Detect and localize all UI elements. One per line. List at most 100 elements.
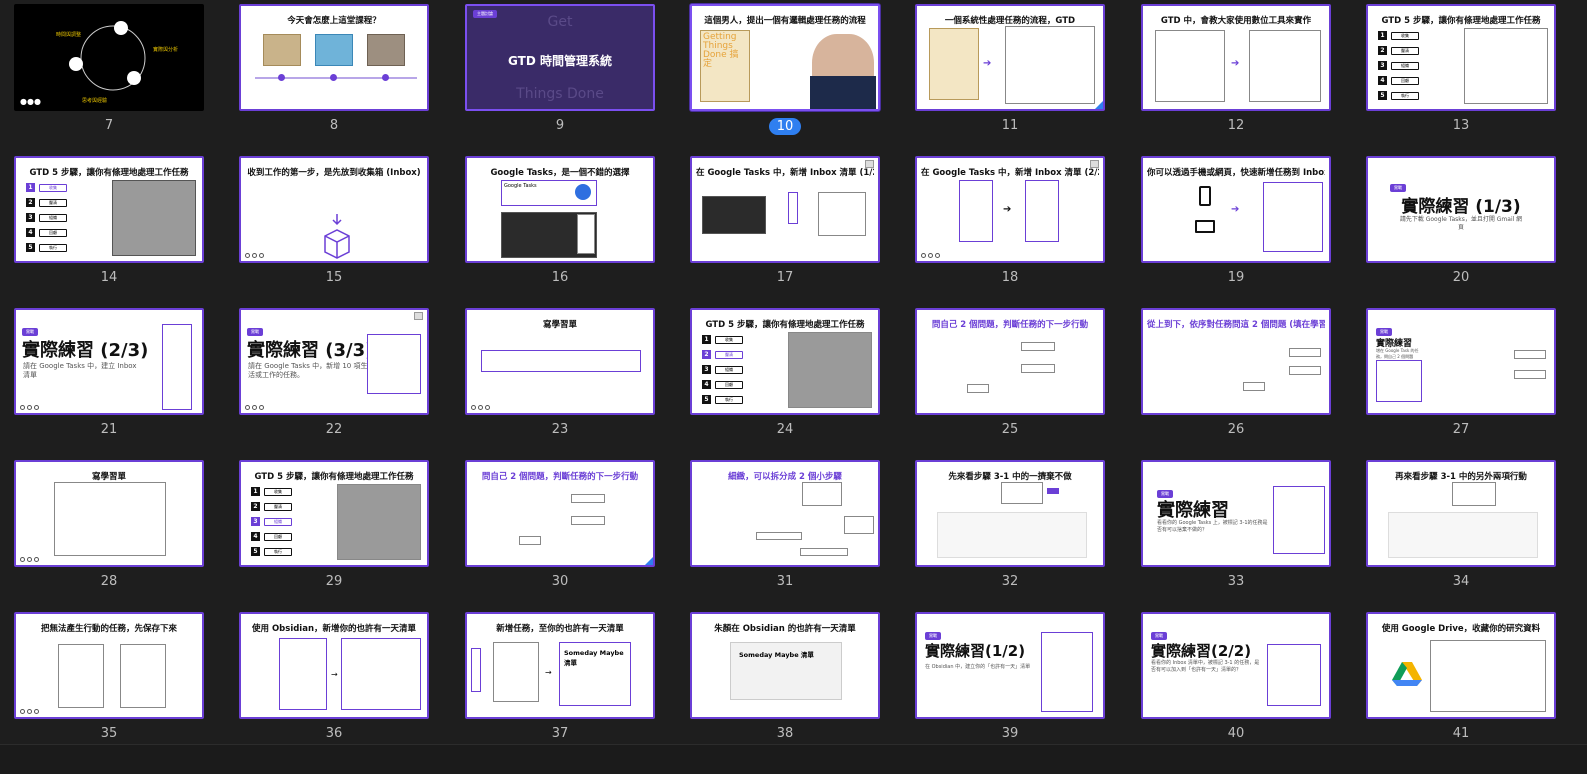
slide-thumb-27[interactable]: 實戰 實際練習 增在 Google Task 的任務，問自己 2 個問題 27: [1366, 308, 1556, 448]
slide-title: GTD 時間管理系統: [508, 54, 612, 68]
slide-canvas: 實戰 實際練習 增在 Google Task 的任務，問自己 2 個問題: [1366, 308, 1556, 415]
slide-title: 你可以透過手機或網頁，快速新增任務到 Inbox: [1147, 168, 1325, 178]
slide-thumb-38[interactable]: 朱顏在 Obsidian 的也許有一天清單 Someday Maybe 清單 3…: [690, 612, 880, 752]
slide-thumb-17[interactable]: 在 Google Tasks 中，新增 Inbox 清單 (1/2) 17: [690, 156, 880, 296]
slide-thumb-40[interactable]: 實戰 實際練習(2/2) 看看你的 Inbox 清單中，被標記 3-1 的任務，…: [1141, 612, 1331, 752]
slide-thumb-16[interactable]: Google Tasks，是一個不錯的選擇 Google Tasks 16: [465, 156, 655, 296]
slide-thumb-8[interactable]: 今天會怎麼上這堂課程？ 8: [239, 4, 429, 144]
arrow-right-icon: →: [331, 670, 338, 679]
arrow-right-icon: ➔: [983, 58, 992, 69]
slide-number: 11: [1001, 118, 1019, 133]
slide-thumb-19[interactable]: 你可以透過手機或網頁，快速新增任務到 Inbox ➔ 19: [1141, 156, 1331, 296]
slide-number: 40: [1227, 726, 1245, 741]
slide-thumb-15[interactable]: 收到工作的第一步，是先放到收集箱 (Inbox) 15: [239, 156, 429, 296]
slide-canvas: 實戰 實際練習 (1/3) 請先下載 Google Tasks，並且打開 Gma…: [1366, 156, 1556, 263]
slide-number: 30: [551, 574, 569, 589]
slide-title: 一個系統性處理任務的流程，GTD: [944, 16, 1076, 26]
slide-thumb-34[interactable]: 再來看步驟 3-1 中的另外兩項行動 34: [1366, 460, 1556, 600]
more-icon: ●●●: [20, 97, 41, 106]
slide-number: 23: [551, 422, 569, 437]
slide-canvas: 實戰 實際練習 (2/3) 請在 Google Tasks 中，建立 Inbox…: [14, 308, 204, 415]
slide-thumb-23[interactable]: 寫學習單 23: [465, 308, 655, 448]
arrow-right-icon: ➔: [1231, 204, 1240, 215]
slide-thumb-33[interactable]: 實戰 實際練習 看看你的 Google Tasks 上，被標記 3-1的任務是否…: [1141, 460, 1331, 600]
slide-title: 問自己 2 個問題，判斷任務的下一步行動: [931, 320, 1089, 330]
slide-number: 9: [555, 118, 565, 133]
slide-thumb-41[interactable]: 使用 Google Drive，收藏你的研究資料 41: [1366, 612, 1556, 752]
slide-thumb-14[interactable]: GTD 5 步驟，讓你有條理地處理工作任務 1 收集 2 釐清 3 組織 4 回顧 5執…: [14, 156, 204, 296]
slide-title: 在 Google Tasks 中，新增 Inbox 清單 (2/2): [921, 168, 1099, 178]
slide-number: 33: [1227, 574, 1245, 589]
slide-canvas: 寫學習單: [465, 308, 655, 415]
slide-title: 實際練習 (1/3): [1401, 197, 1521, 217]
slide-title: 使用 Google Drive，收藏你的研究資料: [1381, 624, 1541, 634]
slide-canvas: 從上到下，依序對任務問這 2 個問題 (填在學習單): [1141, 308, 1331, 415]
slide-number: 36: [325, 726, 343, 741]
slide-thumb-31[interactable]: 細緻，可以拆分成 2 個小步驟 31: [690, 460, 880, 600]
slide-number: 24: [776, 422, 794, 437]
slide-thumb-30[interactable]: 問自己 2 個問題，判斷任務的下一步行動 30: [465, 460, 655, 600]
slide-thumb-28[interactable]: 寫學習單 28: [14, 460, 204, 600]
slide-thumb-11[interactable]: 一個系統性處理任務的流程，GTD ➔ 11: [915, 4, 1105, 144]
slide-canvas: 新增任務，至你的也許有一天清單 → Someday Maybe 清單: [465, 612, 655, 719]
slide-canvas: 問自己 2 個問題，判斷任務的下一步行動: [465, 460, 655, 567]
svg-text:時間與調整: 時間與調整: [56, 31, 81, 38]
slide-canvas: GTD 5 步驟，讓你有條理地處理工作任務 1 收集 2 釐清 3 組織 4 回顧 5執…: [1366, 4, 1556, 111]
slide-canvas: 使用 Google Drive，收藏你的研究資料: [1366, 612, 1556, 719]
slide-canvas: 主題討論 Get GTD 時間管理系統 Things Done: [465, 4, 655, 111]
svg-text:實際與分析: 實際與分析: [153, 46, 178, 53]
slide-title: GTD 5 步驟，讓你有條理地處理工作任務: [29, 168, 189, 178]
slide-canvas: 使用 Obsidian，新增你的也許有一天清單 →: [239, 612, 429, 719]
slide-title: 新增任務，至你的也許有一天清單: [496, 624, 624, 634]
slide-number: 34: [1452, 574, 1470, 589]
slide-number: 39: [1001, 726, 1019, 741]
slide-thumb-29[interactable]: GTD 5 步驟，讓你有條理地處理工作任務 1 收集 2 釐清 3 組織 4 回顧 5執…: [239, 460, 429, 600]
laptop-icon: [1195, 220, 1215, 233]
slide-title: Google Tasks，是一個不錯的選擇: [490, 168, 630, 178]
slide-sorter-grid: 時間與調整 實際與分析 思考與經驗 ●●● 7 今天會怎麼上這堂課程？ 8 主題…: [0, 0, 1587, 774]
slide-thumb-22[interactable]: 實戰 實際練習 (3/3) 請在 Google Tasks 中，新增 10 項生…: [239, 308, 429, 448]
gtd-steps: 1 收集 2 釐清 3 組織 4 回顧 5 執行: [26, 180, 67, 255]
slide-thumb-7[interactable]: 時間與調整 實際與分析 思考與經驗 ●●● 7: [14, 4, 204, 144]
slide-number: 26: [1227, 422, 1245, 437]
slide-thumb-35[interactable]: 把無法產生行動的任務，先保存下來 35: [14, 612, 204, 752]
slide-title: 把無法產生行動的任務，先保存下來: [40, 624, 177, 634]
slide-thumb-39[interactable]: 實戰 實際練習(1/2) 在 Obsidian 中，建立你的「也許有一天」清單 …: [915, 612, 1105, 752]
slide-thumb-12[interactable]: GTD 中，會教大家使用數位工具來實作 ➔ 12: [1141, 4, 1331, 144]
slide-thumb-21[interactable]: 實戰 實際練習 (2/3) 請在 Google Tasks 中，建立 Inbox…: [14, 308, 204, 448]
slide-thumb-18[interactable]: 在 Google Tasks 中，新增 Inbox 清單 (2/2) ➔ 18: [915, 156, 1105, 296]
slide-canvas: 細緻，可以拆分成 2 個小步驟: [690, 460, 880, 567]
slide-canvas: 先來看步驟 3-1 中的一擠棄不做: [915, 460, 1105, 567]
slide-thumb-9[interactable]: 主題討論 Get GTD 時間管理系統 Things Done 9: [465, 4, 655, 144]
slide-canvas: 你可以透過手機或網頁，快速新增任務到 Inbox ➔: [1141, 156, 1331, 263]
slide-canvas: 這個男人，提出一個有邏輯處理任務的流程 Getting Things Done …: [690, 4, 880, 111]
slide-canvas: 實戰 實際練習 (3/3) 請在 Google Tasks 中，新增 10 項生…: [239, 308, 429, 415]
slide-number: 41: [1452, 726, 1470, 741]
slide-title: 問自己 2 個問題，判斷任務的下一步行動: [481, 472, 639, 482]
slide-thumb-13[interactable]: GTD 5 步驟，讓你有條理地處理工作任務 1 收集 2 釐清 3 組織 4 回顧 5執…: [1366, 4, 1556, 144]
slide-title: GTD 中，會教大家使用數位工具來實作: [1160, 16, 1312, 26]
slide-thumb-32[interactable]: 先來看步驟 3-1 中的一擠棄不做 32: [915, 460, 1105, 600]
slide-thumb-36[interactable]: 使用 Obsidian，新增你的也許有一天清單 → 36: [239, 612, 429, 752]
slide-title: 再來看步驟 3-1 中的另外兩項行動: [1395, 472, 1527, 482]
slide-thumb-10[interactable]: 這個男人，提出一個有邏輯處理任務的流程 Getting Things Done …: [690, 4, 880, 144]
slide-title: 使用 Obsidian，新增你的也許有一天清單: [251, 624, 417, 634]
slide-thumb-24[interactable]: GTD 5 步驟，讓你有條理地處理工作任務 1 收集 2 釐清 3 組織 4 回顧 5執…: [690, 308, 880, 448]
slide-canvas: 收到工作的第一步，是先放到收集箱 (Inbox): [239, 156, 429, 263]
slide-canvas: 朱顏在 Obsidian 的也許有一天清單 Someday Maybe 清單: [690, 612, 880, 719]
slide-title: 這個男人，提出一個有邏輯處理任務的流程: [704, 16, 866, 26]
slide-thumb-37[interactable]: 新增任務，至你的也許有一天清單 → Someday Maybe 清單 37: [465, 612, 655, 752]
slide-title: 實際練習 (2/3): [22, 340, 149, 361]
slide-title: 先來看步驟 3-1 中的一擠棄不做: [948, 472, 1072, 482]
slide-canvas: Google Tasks，是一個不錯的選擇 Google Tasks: [465, 156, 655, 263]
slide-number: 35: [100, 726, 118, 741]
slide-title: 細緻，可以拆分成 2 個小步驟: [728, 472, 842, 482]
slide-title: 實際練習: [1157, 500, 1229, 521]
slide-title: 從上到下，依序對任務問這 2 個問題 (填在學習單): [1147, 320, 1325, 330]
slide-title: 朱顏在 Obsidian 的也許有一天清單: [714, 624, 856, 634]
slide-thumb-20[interactable]: 實戰 實際練習 (1/3) 請先下載 Google Tasks，並且打開 Gma…: [1366, 156, 1556, 296]
slide-thumb-26[interactable]: 從上到下，依序對任務問這 2 個問題 (填在學習單) 26: [1141, 308, 1331, 448]
slide-number: 21: [100, 422, 118, 437]
slide-thumb-25[interactable]: 問自己 2 個問題，判斷任務的下一步行動 25: [915, 308, 1105, 448]
selection-corner-icon: [645, 557, 653, 565]
